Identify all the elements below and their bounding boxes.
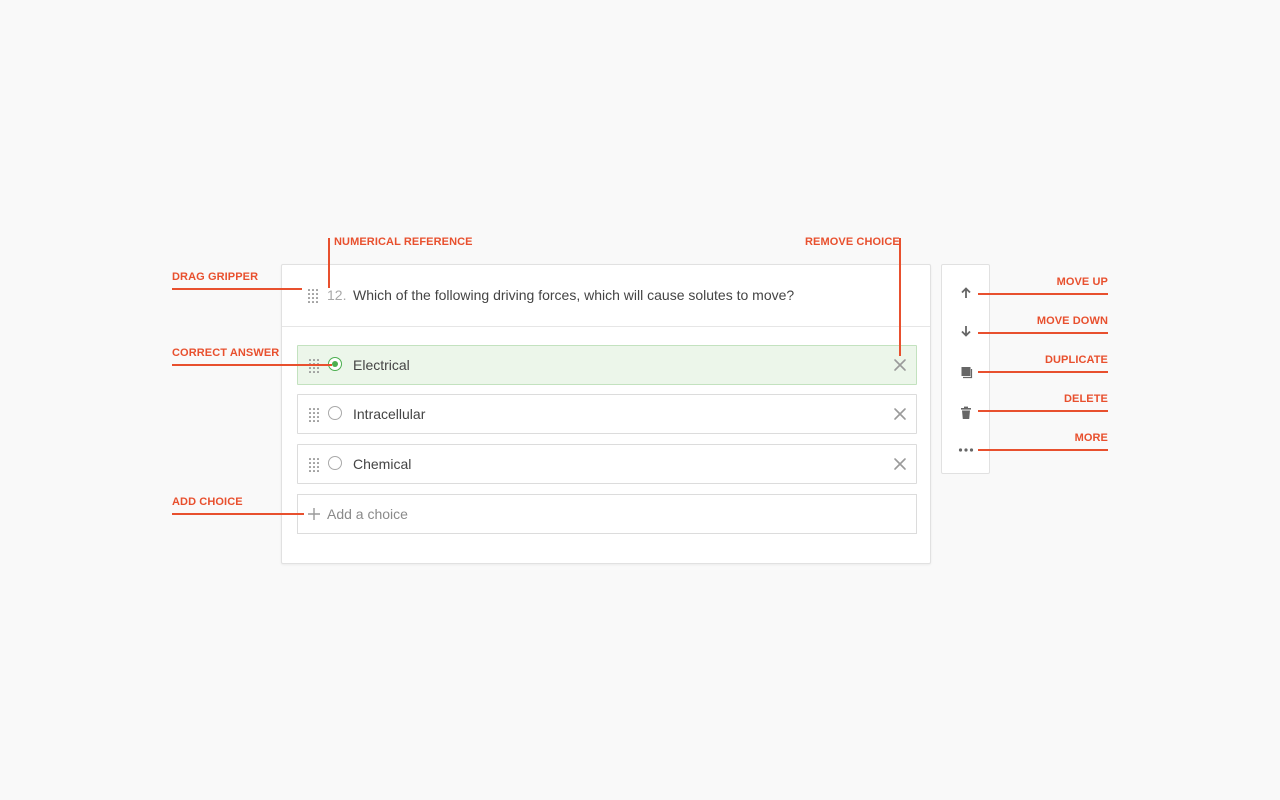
annotation-correct-answer: CORRECT ANSWER [172,347,280,359]
choice-label[interactable]: Chemical [353,456,411,472]
annotation-line [978,293,1108,295]
annotation-line [172,364,332,366]
question-toolbar [941,264,990,474]
close-icon[interactable] [893,358,907,372]
add-choice-button[interactable]: Add a choice [297,494,917,534]
choice-item: Electrical [297,345,917,385]
annotation-line [978,410,1108,412]
annotation-remove-choice: REMOVE CHOICE [805,236,900,248]
add-choice-label: Add a choice [327,506,408,522]
drag-gripper-icon[interactable] [308,289,318,303]
question-number: 12. [327,287,347,303]
more-icon[interactable] [958,442,974,458]
annotation-drag-gripper: DRAG GRIPPER [172,271,259,283]
question-card: 12. Which of the following driving force… [281,264,931,564]
annotation-duplicate: DUPLICATE [1044,354,1108,366]
annotation-delete: DELETE [1064,393,1108,405]
drag-gripper-icon[interactable] [309,408,319,422]
drag-gripper-icon[interactable] [309,359,319,373]
annotation-numerical-reference: NUMERICAL REFERENCE [334,236,473,248]
annotation-line [978,371,1108,373]
annotation-line [172,288,302,290]
correct-answer-radio[interactable] [328,406,342,420]
trash-icon[interactable] [958,405,974,421]
annotation-line [978,332,1108,334]
arrow-up-icon[interactable] [958,285,974,301]
choice-label[interactable]: Electrical [353,357,410,373]
annotation-more: MORE [1074,432,1108,444]
duplicate-icon[interactable] [958,364,974,380]
drag-gripper-icon[interactable] [309,458,319,472]
annotation-move-up: MOVE UP [1056,276,1108,288]
close-icon[interactable] [893,407,907,421]
correct-answer-radio[interactable] [328,456,342,470]
annotation-add-choice: ADD CHOICE [172,496,243,508]
question-header: 12. Which of the following driving force… [282,265,930,327]
close-icon[interactable] [893,457,907,471]
annotation-line [978,449,1108,451]
arrow-down-icon[interactable] [958,323,974,339]
annotation-line [899,238,901,356]
choice-item: Intracellular [297,394,917,434]
plus-icon [308,508,320,520]
choice-item: Chemical [297,444,917,484]
choice-label[interactable]: Intracellular [353,406,425,422]
question-text[interactable]: Which of the following driving forces, w… [353,287,794,303]
annotation-line [328,238,330,288]
annotation-line [172,513,304,515]
annotation-move-down: MOVE DOWN [1036,315,1108,327]
